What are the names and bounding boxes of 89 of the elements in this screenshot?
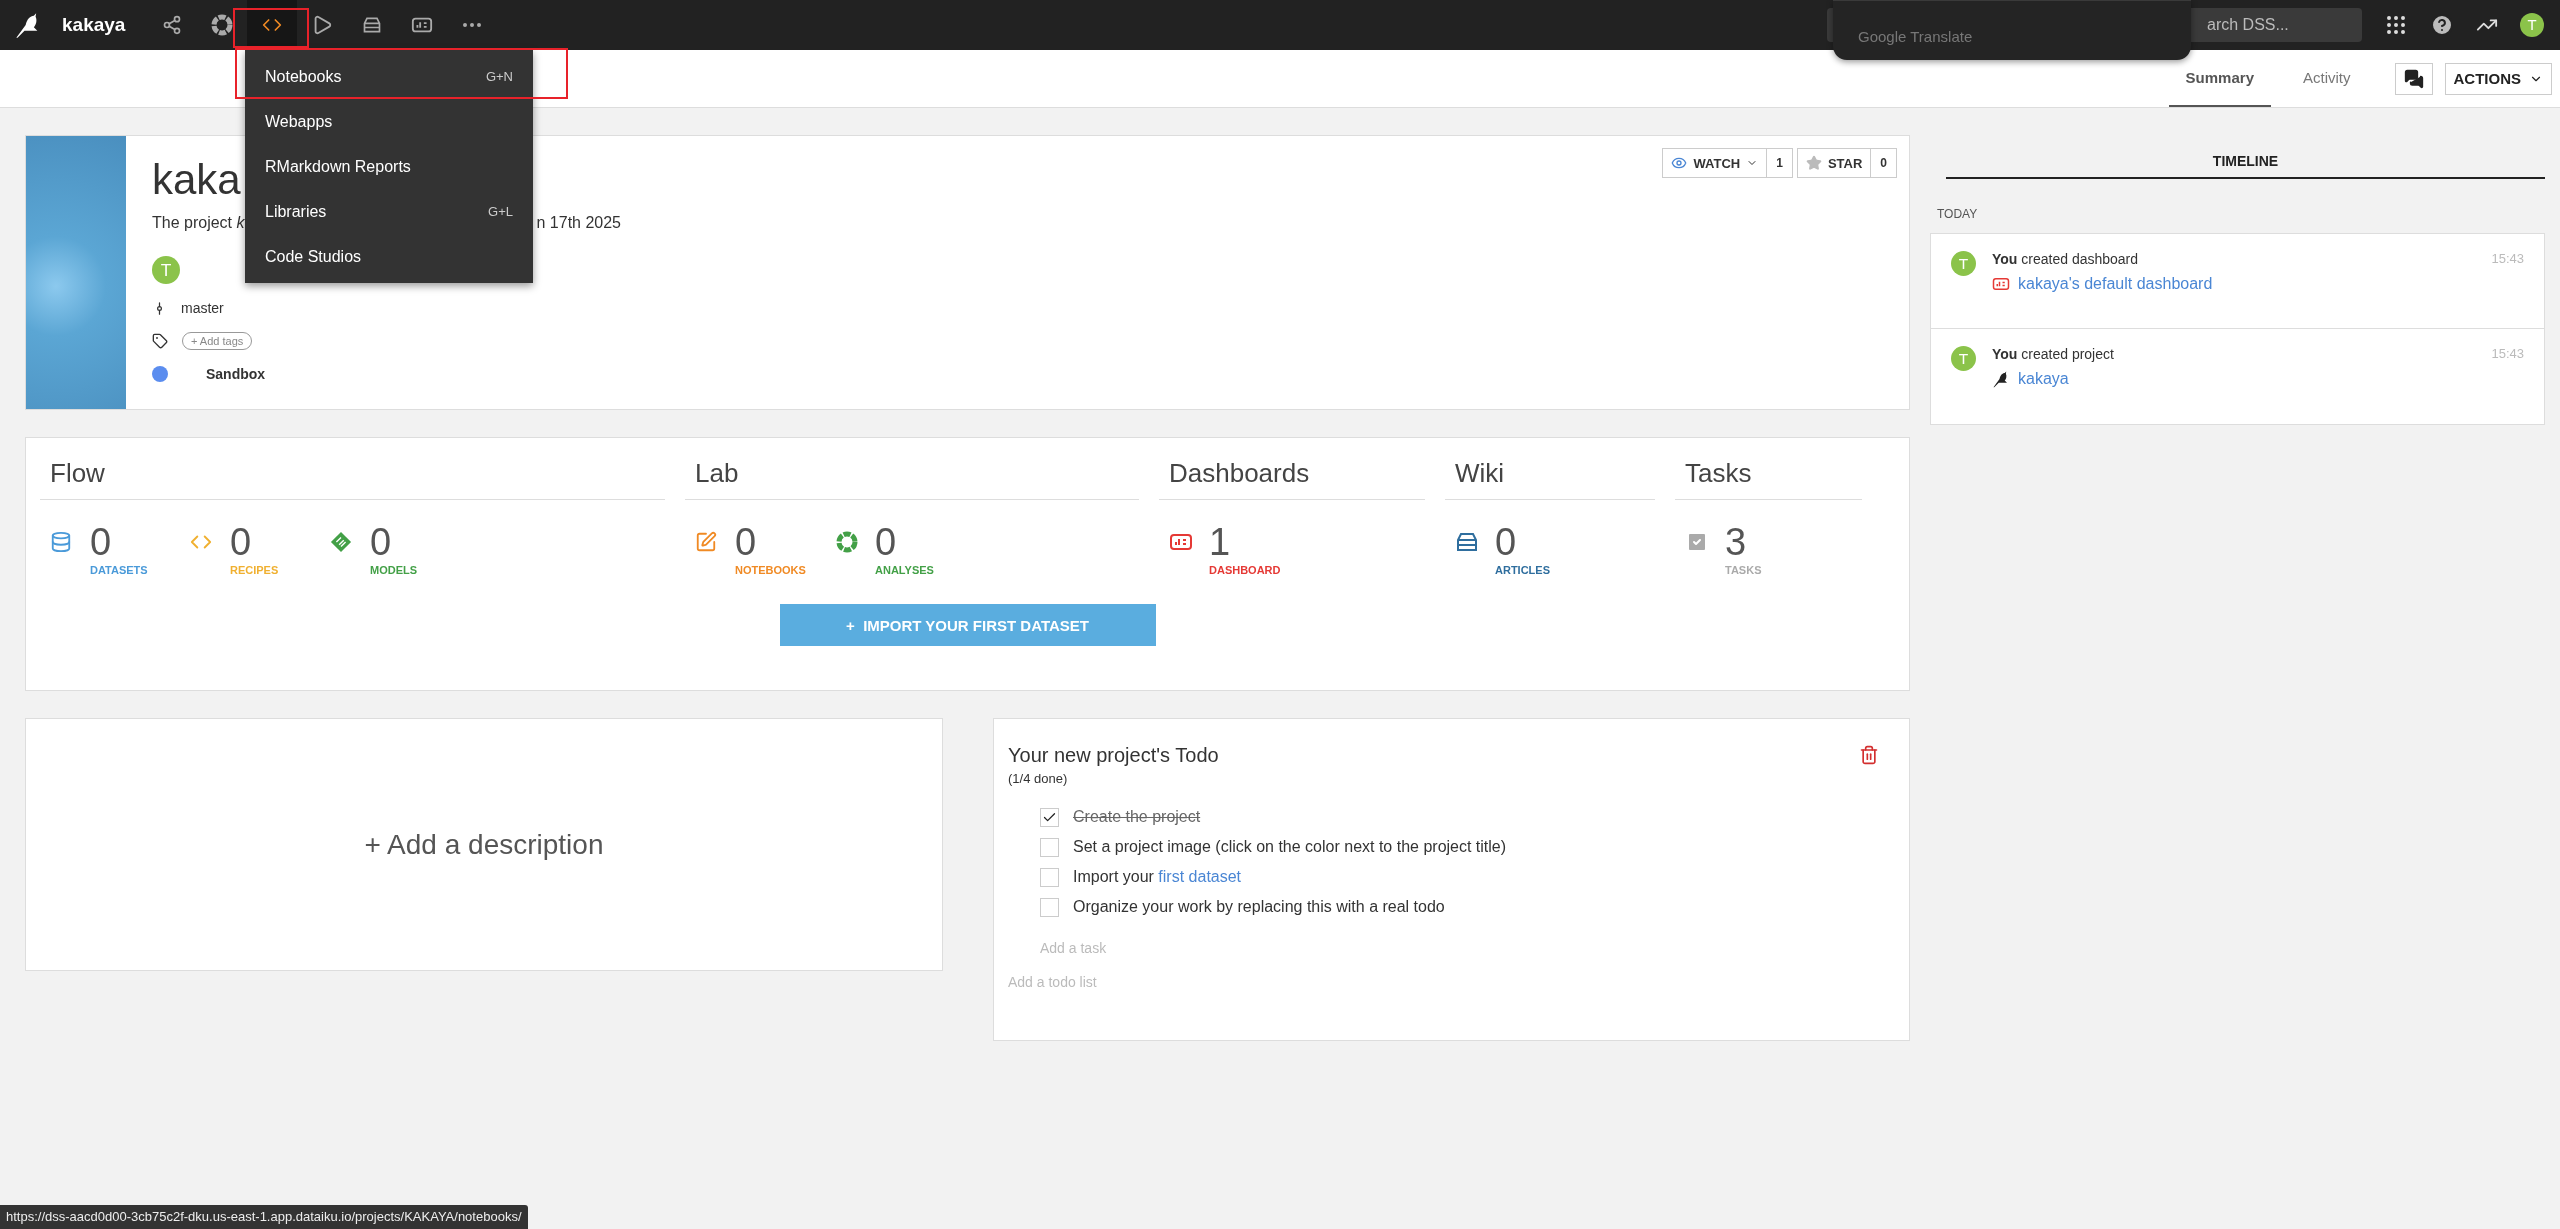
link-status-bar: https://dss-aacd0d00-3cb75c2f-dku.us-east-1.app.dataiku.io/projects/KAKAYA/notebooks/ <box>0 1205 528 1229</box>
star-button-group[interactable]: STAR 0 <box>1796 148 1897 178</box>
translate-label: Google Translate <box>1858 28 1973 45</box>
todo-title: Your new project's Todo <box>1008 744 1219 767</box>
star-count: 0 <box>1870 149 1896 177</box>
stat-count[interactable]: 3 <box>1725 520 1825 564</box>
menu-item-label: Notebooks <box>265 67 342 86</box>
todo-checkbox[interactable] <box>1040 867 1059 887</box>
timeline-title: TIMELINE <box>1946 153 2545 179</box>
menu-item-label: Libraries <box>265 202 327 221</box>
shortcut-label: G+N <box>485 69 513 84</box>
user-avatar: T <box>1951 346 1976 371</box>
event-time: 15:43 <box>2491 346 2524 362</box>
segmented-ring-icon <box>210 13 235 37</box>
menu-item-label: Code Studios <box>265 247 362 266</box>
section-title: Tasks <box>1675 452 1862 500</box>
todo-checkbox[interactable] <box>1040 807 1059 827</box>
branch-name[interactable]: master <box>181 300 224 316</box>
actions-button[interactable]: ACTIONS <box>2444 62 2552 95</box>
section-title: Lab <box>685 452 1139 500</box>
star-icon <box>1805 155 1822 171</box>
stat-count[interactable]: 0 <box>875 520 975 564</box>
delete-icon[interactable] <box>1859 745 1879 765</box>
stat-label: DATASETS <box>90 564 149 576</box>
stat-count[interactable]: 1 <box>1209 520 1309 564</box>
stat-count[interactable]: 0 <box>230 520 330 564</box>
stat-label: RECIPES <box>230 564 280 576</box>
stat-count[interactable]: 0 <box>1495 520 1595 564</box>
stat-count[interactable]: 0 <box>90 520 190 564</box>
menu-item-label: Webapps <box>265 112 333 131</box>
menu-item-label: RMarkdown Reports <box>265 157 411 176</box>
segmented-ring-icon <box>835 530 859 554</box>
menu-item[interactable]: RMarkdown Reports <box>245 144 533 189</box>
todo-done-count: (1/4 done) <box>1008 771 1068 786</box>
timeline-group-label: TODAY <box>1937 207 1979 221</box>
section-title: Wiki <box>1445 452 1655 500</box>
stacked-trays-icon <box>362 15 383 35</box>
shortcut-label: G+L <box>488 204 513 219</box>
tag-icon <box>152 333 168 349</box>
project-description: The project k <box>152 214 245 232</box>
menu-item[interactable]: Code Studios <box>245 234 533 279</box>
stat-label: DASHBOARD <box>1209 564 1282 576</box>
watch-button-group[interactable]: WATCH 1 <box>1662 148 1793 178</box>
tab[interactable]: Activity <box>2286 50 2368 107</box>
event-text: You created dashboard <box>1992 251 2139 267</box>
event-link[interactable]: kakaya's default dashboard <box>2018 275 2213 293</box>
stat-label: NOTEBOOKS <box>735 564 807 576</box>
chat-bubbles-icon <box>2403 68 2424 89</box>
section-title: Dashboards <box>1159 452 1425 500</box>
todo-text: Organize your work by replacing this with a real todo <box>1073 898 1445 916</box>
todo-checkbox[interactable] <box>1040 837 1059 857</box>
event-time: 15:43 <box>2491 251 2524 267</box>
section-title: Flow <box>40 452 665 500</box>
dashboard-icon <box>1992 275 2010 293</box>
edit-icon <box>695 531 717 553</box>
todo-text: Set a project image (click on the color next to the project title) <box>1073 838 1507 856</box>
menu-item[interactable]: Notebooks G+N <box>245 54 533 99</box>
stacked-trays-icon <box>1455 530 1479 554</box>
project-description: n 17th 2025 <box>536 214 621 232</box>
todo-checkbox[interactable] <box>1040 897 1059 917</box>
user-avatar: T <box>1951 251 1976 276</box>
stat-label: TASKS <box>1725 564 1763 576</box>
diamond-grid-icon <box>330 531 352 553</box>
add-description-link[interactable]: + Add a description <box>364 828 604 861</box>
project-status: Sandbox <box>206 366 266 382</box>
todo-text: Create the project <box>1073 808 1201 826</box>
menu-item[interactable]: Libraries G+L <box>245 189 533 234</box>
help-icon[interactable] <box>2430 13 2454 37</box>
eye-icon <box>1671 155 1688 171</box>
flow-graph-icon[interactable] <box>162 15 183 35</box>
event-link[interactable]: kakaya <box>2018 370 2069 388</box>
project-title: kaka <box>152 156 241 205</box>
menu-item[interactable]: Webapps <box>245 99 533 144</box>
apps-grid-icon[interactable] <box>2384 13 2408 37</box>
todo-link[interactable]: first dataset <box>1158 868 1242 885</box>
watch-count: 1 <box>1766 149 1792 177</box>
stat-label: MODELS <box>370 564 419 576</box>
stat-count[interactable]: 0 <box>735 520 835 564</box>
stat-count[interactable]: 0 <box>370 520 470 564</box>
project-name[interactable]: kakaya <box>62 14 126 36</box>
owner-avatar: T <box>152 256 180 284</box>
discussion-button[interactable] <box>2394 62 2433 95</box>
database-icon <box>50 531 72 553</box>
description-card[interactable]: + Add a description <box>25 718 943 971</box>
stat-label: ANALYSES <box>875 564 935 576</box>
bird-logo-icon <box>1992 370 2010 388</box>
stat-label: ARTICLES <box>1495 564 1551 576</box>
event-text: You created project <box>1992 346 2114 362</box>
todo-text: Import your first dataset <box>1073 868 1242 886</box>
